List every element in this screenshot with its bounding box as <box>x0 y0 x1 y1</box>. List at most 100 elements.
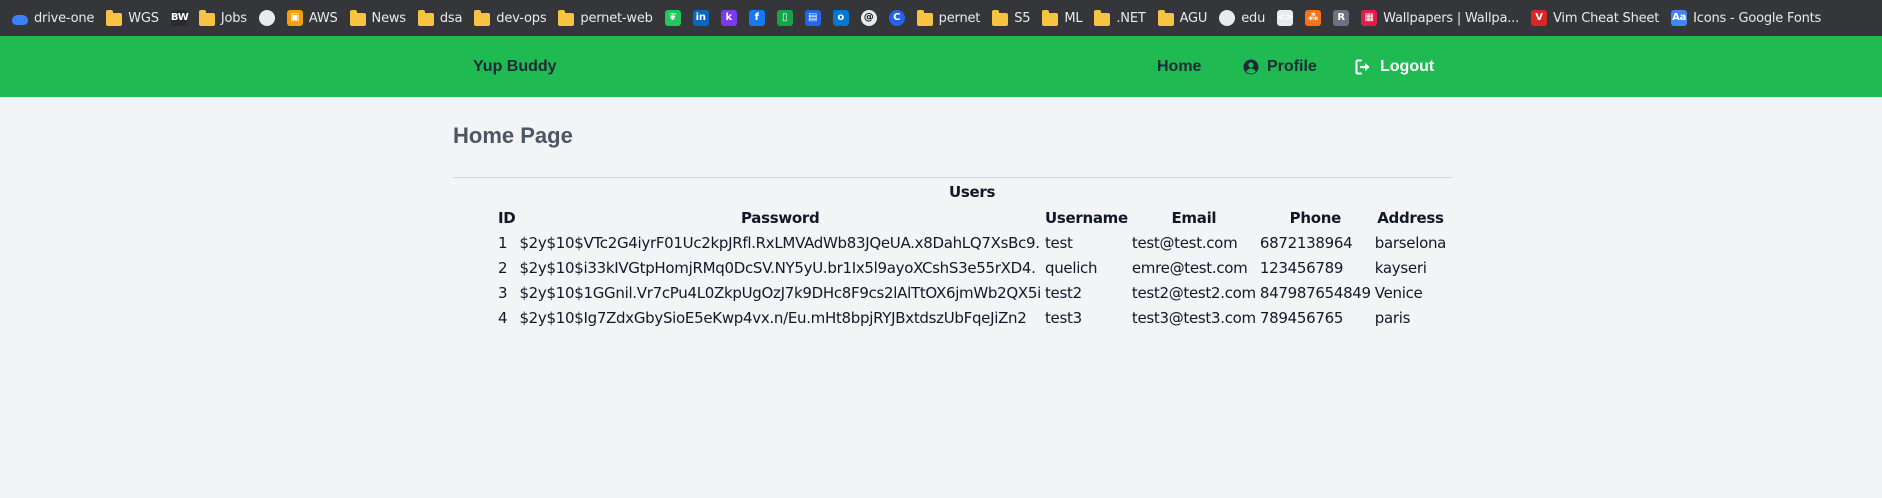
bookmark-item[interactable]: Jobs <box>193 4 253 32</box>
bookmarks-bar: drive-one WGS BW Jobs ▣ AWS News dsa dev-ops pern… <box>0 0 1882 36</box>
bookmark-item[interactable]: ▯ <box>771 4 799 32</box>
nav-home-link[interactable]: Home <box>1157 36 1201 97</box>
bookmark-item[interactable]: BW <box>165 4 193 32</box>
column-header-address: Address <box>1377 208 1444 227</box>
table-row: 4 $2y$10$Ig7ZdxGbySioE5eKwp4vx.n/Eu.mHt8… <box>496 305 1448 330</box>
cell-phone: 123456789 <box>1259 258 1344 277</box>
bookmark-label: drive-one <box>34 10 95 26</box>
folder-icon <box>106 9 123 26</box>
bookmark-label: edu <box>1241 10 1266 26</box>
bookmark-item[interactable]: AGU <box>1152 4 1214 32</box>
cell-phone: 847987654849 <box>1259 283 1371 302</box>
column-header-phone: Phone <box>1289 208 1342 227</box>
bookmark-item[interactable]: C <box>883 4 911 32</box>
cell-id: 2 <box>498 258 508 277</box>
bookmark-label: S5 <box>1014 10 1031 26</box>
bookmark-item[interactable]: V Vim Cheat Sheet <box>1525 4 1665 32</box>
threads-icon: @ <box>860 10 877 26</box>
bookmark-label: dsa <box>439 10 463 26</box>
folder-icon <box>349 9 366 26</box>
bookmark-label: News <box>371 10 407 26</box>
cell-address: kayseri <box>1374 258 1427 277</box>
code-icon: <> <box>1277 10 1294 26</box>
bookmark-item[interactable]: Aa Icons - Google Fonts <box>1665 4 1827 32</box>
folder-icon <box>198 9 215 26</box>
column-header-id: ID <box>498 208 516 227</box>
table-row: 2 $2y$10$i33kIVGtpHomjRMq0DcSV.NY5yU.br1… <box>496 255 1448 280</box>
vim-icon: V <box>1531 10 1548 26</box>
bookmark-item[interactable]: ⁂ <box>1299 4 1327 32</box>
github-icon <box>258 10 275 26</box>
bookmark-label: WGS <box>128 10 159 26</box>
bookmark-item[interactable]: ▣ AWS <box>281 4 344 32</box>
bookmark-item[interactable]: drive-one <box>6 4 100 32</box>
bookmark-item[interactable]: ▦ Wallpapers | Wallpa... <box>1355 4 1525 32</box>
bookmark-item[interactable]: S5 <box>986 4 1036 32</box>
people-icon: ⁂ <box>1305 10 1322 26</box>
bookmark-item[interactable]: dev-ops <box>468 4 552 32</box>
bookmark-item[interactable] <box>253 4 281 32</box>
bookmark-item[interactable]: ML <box>1036 4 1088 32</box>
bookmark-item[interactable]: WGS <box>100 4 165 32</box>
github-icon <box>1219 10 1236 26</box>
nav-logout-link[interactable]: Logout <box>1355 36 1434 97</box>
folder-icon <box>916 9 933 26</box>
navbar: Yup Buddy Home Profile Logout <box>0 36 1882 97</box>
cloud-icon <box>12 15 28 25</box>
ide-icon: BW <box>170 10 189 26</box>
bookmark-label: Vim Cheat Sheet <box>1553 10 1660 26</box>
bookmark-item[interactable]: k <box>715 4 743 32</box>
bookmark-item[interactable]: pernet-web <box>552 4 658 32</box>
aws-box-icon: ▣ <box>286 10 303 26</box>
bookmark-item[interactable]: pernet <box>911 4 987 32</box>
divider <box>453 177 1453 178</box>
google-fonts-icon: Aa <box>1671 10 1688 26</box>
column-header-username: Username <box>1044 208 1128 227</box>
bookmark-item[interactable]: <> <box>1271 4 1299 32</box>
bookmark-item[interactable]: R <box>1327 4 1355 32</box>
cell-username: test3 <box>1044 308 1082 327</box>
cell-id: 4 <box>498 308 508 327</box>
trello-icon: ▤ <box>804 10 821 26</box>
leaf-icon: ❦ <box>664 10 681 26</box>
nav-logout-label: Logout <box>1380 57 1435 75</box>
bookmark-item[interactable]: ▤ <box>799 4 827 32</box>
folder-icon <box>474 9 491 26</box>
page-title: Home Page <box>453 123 573 148</box>
cell-username: test2 <box>1044 283 1082 302</box>
bookmark-item[interactable]: @ <box>855 4 883 32</box>
bookmark-item[interactable]: f <box>743 4 771 32</box>
bookmark-item[interactable]: edu <box>1213 4 1271 32</box>
cell-email: emre@test.com <box>1131 258 1248 277</box>
nav-profile-link[interactable]: Profile <box>1243 36 1317 97</box>
users-table: Users ID Password Username Email Phone A… <box>496 181 1448 330</box>
cell-password: $2y$10$Ig7ZdxGbySioE5eKwp4vx.n/Eu.mHt8bp… <box>519 308 1027 327</box>
bookmark-label: pernet-web <box>580 10 653 26</box>
table-row: 3 $2y$10$1GGnil.Vr7cPu4L0ZkpUgOzJ7k9DHc8… <box>496 280 1448 305</box>
cell-address: barselona <box>1374 233 1447 252</box>
bookmark-item[interactable]: News <box>344 4 412 32</box>
table-header-row: ID Password Username Email Phone Address <box>496 205 1448 230</box>
bookmark-label: ML <box>1064 10 1083 26</box>
cell-address: paris <box>1374 308 1411 327</box>
bookmark-item[interactable]: in <box>687 4 715 32</box>
phone-icon: ▯ <box>776 10 793 26</box>
cell-address: Venice <box>1374 283 1423 302</box>
column-header-password: Password <box>740 208 820 227</box>
bookmark-item[interactable]: .NET <box>1088 4 1151 32</box>
folder-icon <box>1157 9 1174 26</box>
outlook-icon: o <box>832 10 849 26</box>
cell-username: quelich <box>1044 258 1098 277</box>
bookmark-item[interactable]: dsa <box>412 4 468 32</box>
bookmark-item[interactable]: o <box>827 4 855 32</box>
column-header-email: Email <box>1171 208 1217 227</box>
cell-email: test3@test3.com <box>1131 308 1256 327</box>
nav-home-label: Home <box>1157 57 1202 75</box>
brand-link[interactable]: Yup Buddy <box>473 36 557 97</box>
cell-phone: 6872138964 <box>1259 233 1353 252</box>
linkedin-icon: in <box>692 10 709 26</box>
bookmark-item[interactable]: ❦ <box>659 4 687 32</box>
bookmark-label: AGU <box>1179 10 1208 26</box>
bookmark-label: AWS <box>308 10 338 26</box>
bookmark-label: dev-ops <box>496 10 547 26</box>
